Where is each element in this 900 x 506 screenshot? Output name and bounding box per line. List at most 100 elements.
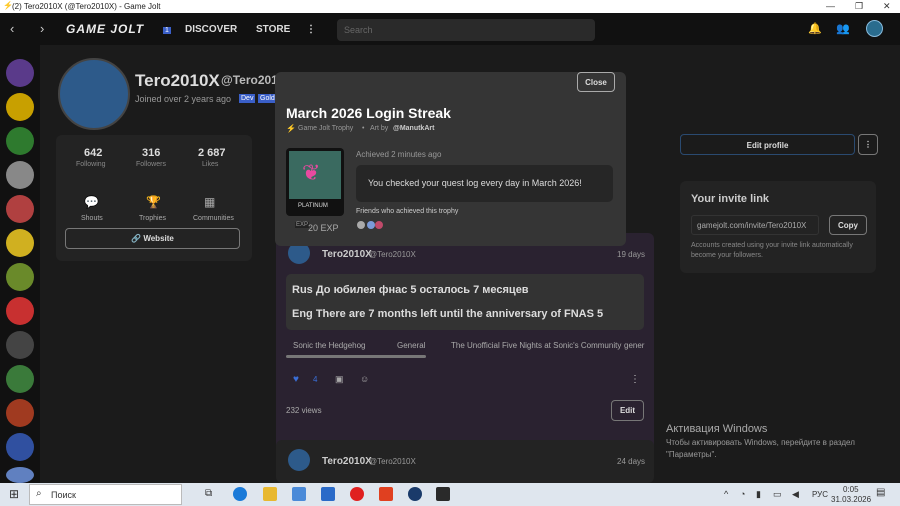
invite-desc: Accounts created using your invite link … [691,242,853,259]
chevron-up-icon[interactable]: ^ [724,489,728,499]
language-indicator[interactable]: РУС [812,490,828,499]
tag-sonic[interactable]: Sonic the Hedgehog [293,341,366,350]
search-icon: ⌕ [36,488,42,499]
window-title: (2) Tero2010X (@Tero2010X) - Game Jolt [12,2,161,11]
copy-button[interactable]: Copy [829,215,867,235]
invite-link-field[interactable]: gamejolt.com/invite/Tero2010X [691,215,819,235]
clock-date[interactable]: 31.03.2026 [831,495,871,504]
community-icon[interactable] [6,365,34,393]
edge-icon[interactable] [233,487,247,501]
community-icon[interactable] [6,433,34,461]
post-author[interactable]: Tero2010X [322,249,372,260]
minimize-icon[interactable]: — [826,1,835,11]
taskbar-search[interactable]: ⌕ Поиск [29,484,182,505]
comment-icon[interactable]: ▣ [335,374,344,385]
gamejolt-taskbar-icon[interactable] [436,487,450,501]
community-icon[interactable] [6,59,34,87]
forward-icon[interactable]: › [40,21,44,36]
community-icon[interactable] [6,195,34,223]
yandex-icon[interactable] [379,487,393,501]
profile-more-icon[interactable]: ⋮ [858,134,878,155]
post-author[interactable]: Tero2010X [322,456,372,467]
post-line-1: Rus До юбилея фнас 5 осталось 7 месяцев [292,284,529,296]
user-avatar[interactable] [866,20,883,37]
nav-store[interactable]: STORE [256,24,290,35]
bell-icon[interactable]: 🔔 [808,22,822,35]
community-icon[interactable] [6,127,34,155]
maximize-icon[interactable]: ❐ [855,1,863,12]
communities-sidebar [0,45,40,483]
sticker-icon[interactable]: ☺ [360,374,369,384]
store-icon[interactable] [292,487,306,501]
friends-icon[interactable]: 👥 [836,22,850,35]
community-icon[interactable] [6,93,34,121]
community-icon[interactable] [6,467,34,483]
post-handle: @Tero2010X [369,250,416,259]
community-icon[interactable] [6,161,34,189]
heart-icon[interactable]: ♥ [293,374,299,385]
gold-tag: Gold [258,94,277,103]
website-label: Website [143,234,174,243]
tag-general[interactable]: General [397,341,425,350]
exp-icon: EXP [295,222,310,228]
post-more-icon[interactable]: ⋮ [630,374,640,385]
more-menu-icon[interactable]: ⋮ [306,24,316,35]
close-window-icon[interactable]: ✕ [883,1,891,12]
shouts-icon[interactable]: 💬 [84,195,99,209]
notification-center-icon[interactable]: ▤ [876,487,885,498]
likes-count: 2 687 [198,147,226,159]
followers-label: Followers [136,161,166,168]
steam-icon[interactable] [408,487,422,501]
community-icon[interactable] [6,229,34,257]
likes-label: Likes [202,161,219,168]
website-button[interactable]: 🔗 Website [65,228,240,249]
task-view-icon[interactable]: ⧉ [205,488,212,499]
post-age: 24 days [617,457,646,466]
friends-label: Friends who achieved this trophy [356,208,459,215]
communities-icon[interactable]: ▦ [204,195,215,209]
community-icon[interactable] [6,297,34,325]
community-icon[interactable] [6,399,34,427]
tray-icon[interactable]: ◔ [740,489,745,499]
tag-community[interactable]: The Unofficial Five Nights at Sonic's Co… [451,341,621,350]
friend-avatar[interactable] [367,221,375,229]
trophy-type-icon: ⚡ [286,124,296,133]
tags-scrollbar[interactable] [286,355,426,358]
tag-gener[interactable]: gener [624,341,644,350]
dev-tag: Dev [239,94,256,103]
gamejolt-logo[interactable]: GAME JOLT [66,22,144,36]
close-button[interactable]: Close [577,72,615,92]
windows-taskbar: ⊞ ⌕ Поиск ⧉ ^ ◔ ▮ ▭ ◀ РУС 0:05 31.03.202… [0,483,900,506]
post-handle: @Tero2010X [369,457,416,466]
post-card: Tero2010X @Tero2010X 24 days [276,440,654,483]
profile-name: Tero2010X [135,71,220,90]
file-explorer-icon[interactable] [263,487,277,501]
taskbar-search-text: Поиск [51,490,76,500]
invite-card: Your invite link gamejolt.com/invite/Ter… [680,181,876,273]
tab-shouts[interactable]: Shouts [81,215,103,222]
speaker-icon[interactable]: ◀ [792,489,799,500]
clock-time[interactable]: 0:05 [843,485,859,494]
microphone-icon[interactable]: ▮ [756,489,761,500]
trophy-tier: PLATINUM [298,203,328,209]
mail-icon[interactable] [321,487,335,501]
browser-title-bar: ⚡ (2) Tero2010X (@Tero2010X) - Game Jolt… [0,0,900,13]
artist-link[interactable]: @ManutkArt [393,125,434,132]
community-icon[interactable] [6,263,34,291]
activation-line-2: "Параметры". [666,450,717,459]
friend-avatar[interactable] [375,221,383,229]
trophy-type: Game Jolt Trophy [298,125,354,132]
tab-trophies[interactable]: Trophies [139,215,166,222]
edit-post-button[interactable]: Edit [611,400,644,421]
nav-discover[interactable]: DISCOVER [185,24,237,35]
battery-icon[interactable]: ▭ [773,489,782,500]
edit-profile-button[interactable]: Edit profile [680,134,855,155]
back-icon[interactable]: ‹ [10,21,14,36]
tab-communities[interactable]: Communities [193,215,234,222]
trophy-icon[interactable]: 🏆 [146,195,161,209]
windows-start-icon[interactable]: ⊞ [9,487,19,501]
search-input[interactable]: Search [337,19,595,41]
yandex-browser-icon[interactable] [350,487,364,501]
friend-avatar[interactable] [357,221,365,229]
community-icon[interactable] [6,331,34,359]
